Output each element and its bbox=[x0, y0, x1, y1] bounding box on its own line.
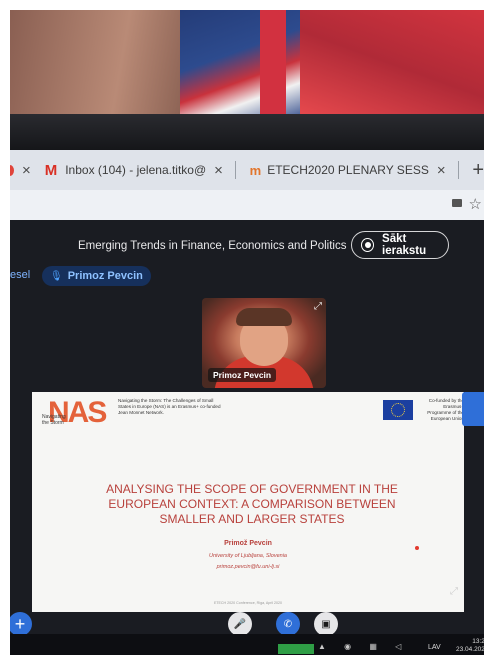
gmail-icon: M bbox=[44, 161, 58, 179]
keyboard-language[interactable]: LAV bbox=[428, 644, 441, 651]
tab-divider bbox=[234, 161, 236, 179]
laser-pointer-dot bbox=[415, 546, 419, 550]
slide-affiliation: University of Ljubljana, Slovenia bbox=[209, 553, 287, 559]
microphone-off-icon: 🎤 bbox=[233, 618, 247, 630]
laptop-bezel bbox=[10, 114, 484, 150]
close-tab-icon[interactable]: × bbox=[22, 162, 31, 179]
side-panel-tab[interactable] bbox=[462, 392, 484, 426]
active-speaker-name: Primoz Pevcin bbox=[67, 270, 143, 282]
close-tab-icon[interactable]: × bbox=[214, 162, 223, 179]
tab-label: ETECH2020 PLENARY SESS bbox=[267, 163, 429, 177]
active-speaker-pill[interactable]: 🎙 Primoz Pevcin bbox=[42, 266, 151, 286]
camera-icon[interactable] bbox=[452, 199, 462, 207]
browser-tab-bar: × M Inbox (104) - jelena.titko@ × m ETEC… bbox=[10, 150, 484, 190]
slide-author: Primož Pevcin bbox=[224, 540, 272, 547]
record-button-label: Sākt ierakstu bbox=[382, 233, 427, 257]
nas-logo: NAS Navigating the Storm bbox=[38, 394, 108, 432]
slide-title: ANALYSING THE SCOPE OF GOVERNMENT IN THE… bbox=[106, 482, 398, 526]
add-button[interactable]: + bbox=[10, 612, 32, 636]
video-name-tag: Primoz Pevcin bbox=[208, 368, 277, 382]
mute-button[interactable]: 🎤 bbox=[228, 612, 252, 636]
close-tab-icon[interactable]: × bbox=[437, 162, 446, 179]
new-tab-button[interactable]: + bbox=[472, 159, 484, 182]
camera-toggle-button[interactable]: ▣ bbox=[314, 612, 338, 636]
hang-up-button[interactable]: ✆ bbox=[276, 612, 300, 636]
eu-flag-icon bbox=[383, 400, 413, 420]
microphone-icon: 🎙 bbox=[50, 270, 63, 282]
tab-divider bbox=[457, 161, 459, 179]
phone-icon: ✆ bbox=[283, 618, 293, 630]
clock-time: 13:21 bbox=[472, 638, 484, 645]
tab-label: Inbox (104) - jelena.titko@ bbox=[65, 163, 207, 177]
speaker-video-tile[interactable]: ⤢ Primoz Pevcin bbox=[202, 298, 326, 388]
video-hair bbox=[236, 308, 292, 326]
project-description: Navigating the Storm: The Challenges of … bbox=[118, 398, 221, 415]
taskbar: ▲ ◉ ▦ ◁ LAV 13:21 23.04.2020 bbox=[10, 634, 484, 655]
video-off-icon: ▣ bbox=[321, 618, 331, 630]
clock[interactable]: 13:21 23.04.2020 bbox=[456, 638, 484, 654]
tab-gmail[interactable]: M Inbox (104) - jelena.titko@ × bbox=[45, 154, 223, 186]
red-flag bbox=[300, 10, 484, 118]
system-tray-icons[interactable]: ▲ ◉ ▦ ◁ bbox=[318, 642, 409, 651]
taskbar-app-icon[interactable] bbox=[278, 644, 314, 654]
etech-favicon-icon: m bbox=[249, 162, 262, 178]
start-recording-button[interactable]: Sākt ierakstu bbox=[351, 231, 449, 259]
recording-dot-icon bbox=[10, 164, 14, 176]
expand-icon[interactable]: ⤢ bbox=[314, 301, 322, 312]
nas-logo-subtext: Navigating the Storm bbox=[42, 414, 66, 426]
participant-fragment: esel bbox=[10, 269, 31, 281]
photo: × M Inbox (104) - jelena.titko@ × m ETEC… bbox=[10, 10, 484, 655]
fullscreen-icon[interactable]: ⤢ bbox=[450, 586, 458, 597]
presentation-slide: NAS Navigating the Storm Navigating the … bbox=[32, 392, 464, 612]
slide-footer: ETECH 2020 Conference, Riga, April 2020 bbox=[213, 601, 283, 605]
bookmark-star-icon[interactable]: ☆ bbox=[469, 195, 482, 213]
slide-email: primoz.pevcin@fu.uni-lj.si bbox=[216, 564, 280, 570]
meeting-window: Emerging Trends in Finance, Economics an… bbox=[10, 220, 484, 655]
union-flag bbox=[180, 10, 310, 118]
tab-etech[interactable]: m ETECH2020 PLENARY SESS × bbox=[250, 154, 446, 186]
flag-cross bbox=[260, 10, 286, 118]
address-bar-area: ☆ bbox=[10, 190, 484, 220]
cofund-text: Co-funded by the Erasmus+ Programme of t… bbox=[427, 398, 464, 421]
meeting-title: Emerging Trends in Finance, Economics an… bbox=[78, 240, 347, 252]
record-icon bbox=[361, 238, 375, 252]
clock-date: 23.04.2020 bbox=[456, 646, 484, 653]
